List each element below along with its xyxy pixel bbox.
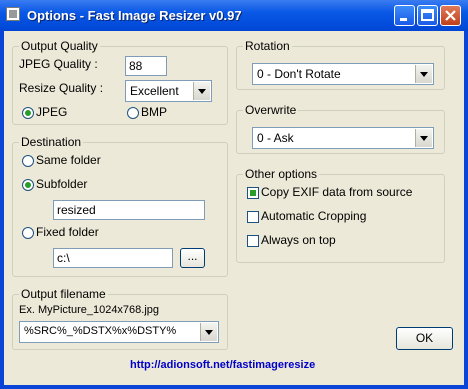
output-filename-legend: Output filename: [19, 287, 108, 301]
overwrite-select[interactable]: 0 - Ask: [252, 127, 434, 149]
maximize-button[interactable]: [417, 5, 438, 26]
other-options-group: Other options Copy EXIF data from source…: [236, 167, 445, 263]
subfolder-input[interactable]: resized: [53, 200, 205, 220]
bmp-radio-label[interactable]: BMP: [141, 105, 167, 119]
close-button[interactable]: [440, 5, 461, 26]
chevron-down-icon[interactable]: [415, 129, 432, 147]
ok-button[interactable]: OK: [396, 327, 453, 350]
filename-example: Ex. MyPicture_1024x768.jpg: [19, 304, 160, 316]
minimize-button[interactable]: [394, 5, 415, 26]
copy-exif-label[interactable]: Copy EXIF data from source: [261, 185, 412, 199]
fixed-folder-input[interactable]: c:\: [53, 248, 173, 268]
auto-crop-label[interactable]: Automatic Cropping: [261, 209, 366, 223]
overwrite-legend: Overwrite: [243, 103, 299, 117]
destination-group: Destination Same folder Subfolder resize…: [12, 135, 228, 277]
jpeg-quality-label: JPEG Quality :: [19, 57, 98, 71]
client-area: Output Quality JPEG Quality : 88 Resize …: [4, 31, 464, 385]
options-window: Options - Fast Image Resizer v0.97 Outpu…: [0, 0, 468, 389]
auto-crop-checkbox[interactable]: [247, 211, 259, 223]
browse-button[interactable]: ...: [180, 248, 205, 268]
resize-quality-value: Excellent: [130, 84, 179, 98]
rotation-legend: Rotation: [243, 39, 292, 53]
copy-exif-checkbox[interactable]: [247, 187, 259, 199]
other-options-legend: Other options: [243, 167, 320, 181]
website-link[interactable]: http://adionsoft.net/fastimageresize: [130, 359, 315, 371]
jpeg-radio[interactable]: [22, 107, 34, 119]
resize-quality-select[interactable]: Excellent: [125, 80, 212, 102]
rotation-select[interactable]: 0 - Don't Rotate: [252, 63, 434, 85]
chevron-down-icon[interactable]: [193, 82, 210, 100]
output-quality-legend: Output Quality: [19, 39, 100, 53]
rotation-group: Rotation 0 - Don't Rotate: [236, 39, 445, 90]
minimize-icon: [400, 18, 407, 21]
app-icon: [6, 7, 20, 21]
same-folder-label[interactable]: Same folder: [36, 153, 101, 167]
overwrite-group: Overwrite 0 - Ask: [236, 103, 445, 154]
fixed-folder-radio[interactable]: [22, 227, 34, 239]
overwrite-value: 0 - Ask: [257, 131, 294, 145]
subfolder-label[interactable]: Subfolder: [36, 177, 87, 191]
output-quality-group: Output Quality JPEG Quality : 88 Resize …: [12, 39, 228, 125]
destination-legend: Destination: [19, 135, 84, 149]
chevron-down-icon[interactable]: [415, 65, 432, 83]
output-filename-group: Output filename Ex. MyPicture_1024x768.j…: [12, 287, 228, 350]
bmp-radio[interactable]: [127, 107, 139, 119]
title-bar[interactable]: Options - Fast Image Resizer v0.97: [0, 0, 468, 31]
maximize-icon: [421, 9, 434, 21]
filename-pattern-value: %SRC%_%DSTX%x%DSTY%: [24, 325, 177, 337]
close-icon: [445, 10, 456, 21]
fixed-folder-label[interactable]: Fixed folder: [36, 225, 99, 239]
chevron-down-icon[interactable]: [200, 323, 217, 341]
same-folder-radio[interactable]: [22, 155, 34, 167]
always-on-top-checkbox[interactable]: [247, 235, 259, 247]
window-title: Options - Fast Image Resizer v0.97: [27, 8, 242, 23]
rotation-value: 0 - Don't Rotate: [257, 67, 341, 81]
subfolder-radio[interactable]: [22, 179, 34, 191]
resize-quality-label: Resize Quality :: [19, 81, 104, 95]
jpeg-quality-input[interactable]: 88: [125, 56, 167, 76]
filename-pattern-select[interactable]: %SRC%_%DSTX%x%DSTY%: [19, 321, 219, 343]
always-on-top-label[interactable]: Always on top: [261, 233, 336, 247]
jpeg-radio-label[interactable]: JPEG: [36, 105, 67, 119]
